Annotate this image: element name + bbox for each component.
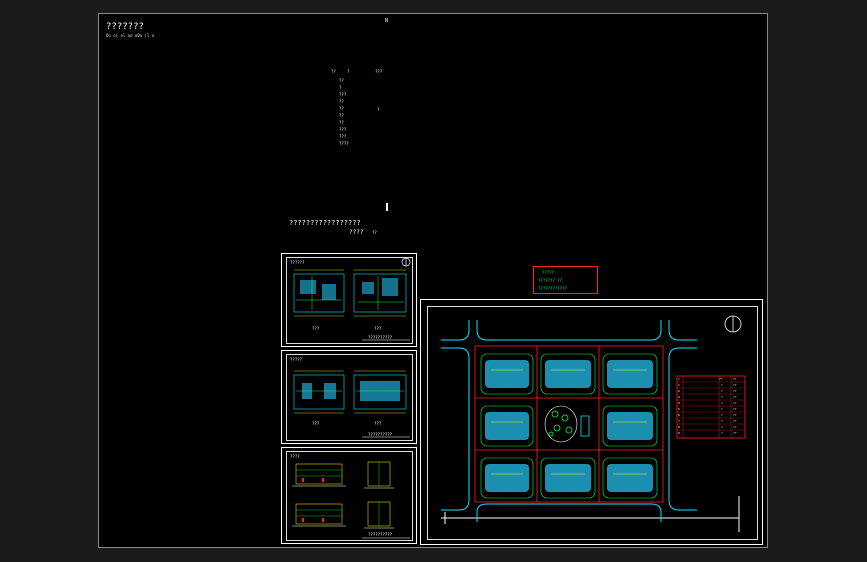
site-table-cell: ?	[721, 413, 723, 417]
index-row: ??	[339, 113, 344, 118]
sheet2-drawing	[293, 370, 410, 438]
site-table-header: ??	[719, 377, 723, 381]
site-table-cell: ?	[721, 407, 723, 411]
sheet-caption-2-suffix: ??	[372, 230, 377, 235]
site-table-cell: ?	[721, 431, 723, 435]
sheet-caption-2: ????	[349, 229, 364, 236]
site-table-cell: ?	[721, 383, 723, 387]
index-header-3: ???	[375, 69, 383, 74]
site-table-cell: 3	[678, 395, 680, 399]
sheet1-label-right: ???	[374, 326, 382, 331]
index-row: ????	[339, 141, 349, 146]
site-table-cell: ??	[733, 413, 737, 417]
site-table-cell: ??	[733, 407, 737, 411]
site-table-cell: 7	[678, 419, 680, 423]
site-table-cell: ??	[733, 395, 737, 399]
index-row: ??	[339, 106, 344, 111]
sheet-floor-plans-2[interactable]: ????? ??? ??? ??????????	[281, 350, 417, 444]
index-row: ??	[339, 99, 344, 104]
site-table-cell: 6	[678, 413, 680, 417]
site-table-text: ? ?? ?? 1 2 3 4 5 6 7 8 9 ? ? ? ? ? ? ? …	[677, 376, 745, 438]
sheet1-drawing	[293, 257, 411, 341]
index-row: ???	[339, 92, 347, 97]
site-table-cell: 8	[678, 425, 680, 429]
site-table-cell: ?	[721, 419, 723, 423]
site-table-cell: 1	[678, 383, 680, 387]
drawing-title: ???????	[106, 22, 144, 32]
site-table-header: ?	[678, 377, 680, 381]
site-table-cell: ?	[721, 401, 723, 405]
sheet-site-plan[interactable]: ? ?? ?? 1 2 3 4 5 6 7 8 9 ? ? ? ? ? ? ? …	[420, 299, 763, 545]
drawing-subtitle: Oo o( ol ao o0o (l o	[106, 33, 155, 38]
sheet2-label-left: ???	[312, 421, 320, 426]
site-table-cell: ??	[733, 401, 737, 405]
building-blocks	[480, 353, 658, 499]
sheet1-label-left: ???	[312, 326, 320, 331]
site-table-cell: 4	[678, 401, 680, 405]
drawing-index: ?? ? ??? ?? ? ??? ?? ?? ?? ?? ??? ??? ??…	[331, 69, 391, 146]
index-row: ?	[339, 85, 342, 90]
site-table-cell: ?	[721, 395, 723, 399]
site-table-header: ??	[733, 377, 737, 381]
index-row: ??	[339, 78, 344, 83]
sheet3-drawing	[292, 461, 410, 539]
site-table-cell: 2	[678, 389, 680, 393]
sheet-caption-1: ?????????????????	[289, 219, 361, 227]
site-table-cell: 5	[678, 407, 680, 411]
legend-text-1: ?????	[542, 270, 555, 275]
sheet-floor-plans-1[interactable]: ?????? ??? ??? ??????????	[281, 253, 417, 347]
index-header-1: ??	[331, 69, 336, 74]
index-side-mark: ?	[377, 107, 380, 112]
site-table-cell: ??	[733, 419, 737, 423]
site-table-cell: ?	[721, 389, 723, 393]
site-table-cell: ??	[733, 431, 737, 435]
site-table-cell: ?	[721, 425, 723, 429]
cad-viewer: ??????? Oo o( ol ao o0o (l o N ?? ? ??? …	[0, 0, 867, 562]
legend-box[interactable]: ????? ??????? ?? ????????????	[533, 266, 598, 294]
sheet3-footer: ??????????	[368, 532, 393, 537]
marker-line	[386, 203, 388, 211]
index-row: ???	[339, 134, 347, 139]
legend-text-3: ????????????	[538, 286, 567, 291]
central-garden	[544, 405, 590, 443]
index-header-2: ?	[347, 69, 350, 74]
sheet2-label-right: ???	[374, 421, 382, 426]
index-row: ??	[339, 120, 344, 125]
site-table-cell: ??	[733, 425, 737, 429]
site-table-cell: ??	[733, 383, 737, 387]
legend-text-2: ??????? ??	[538, 278, 563, 283]
index-row: ???	[339, 127, 347, 132]
north-mark: N	[385, 18, 389, 24]
site-table-cell: 9	[678, 431, 680, 435]
sheet1-footer: ??????????	[368, 335, 393, 340]
sheet-elevations[interactable]: ???? ??????????	[281, 447, 417, 544]
site-table-cell: ??	[733, 389, 737, 393]
sheet2-footer: ??????????	[368, 432, 393, 437]
north-arrow-icon	[724, 315, 742, 333]
drawing-canvas[interactable]: ??????? Oo o( ol ao o0o (l o N ?? ? ??? …	[98, 13, 768, 548]
